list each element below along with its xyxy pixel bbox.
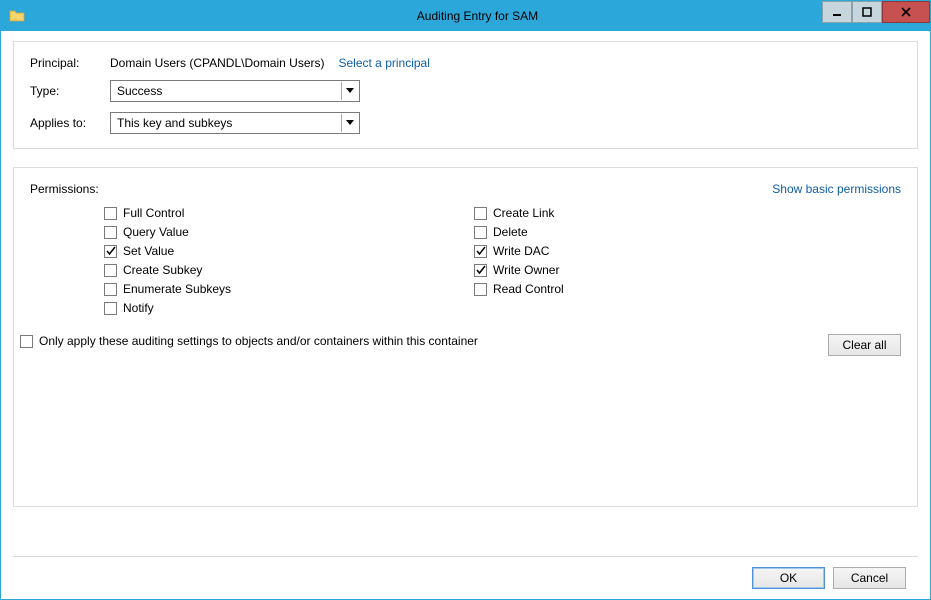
type-dropdown[interactable]: Success [110,80,360,102]
chevron-down-icon [341,82,357,100]
cancel-label: Cancel [851,571,888,585]
chevron-down-icon [341,114,357,132]
permission-label: Notify [123,301,154,315]
folder-icon [9,8,25,24]
window-controls [822,1,930,23]
type-label: Type: [30,84,110,98]
permission-row: Write Owner [474,263,770,277]
permission-row: Read Control [474,282,770,296]
permission-row: Full Control [104,206,400,220]
permission-row: Write DAC [474,244,770,258]
permission-label: Delete [493,225,528,239]
permission-label: Create Link [493,206,554,220]
permission-checkbox[interactable] [474,245,487,258]
permission-checkbox[interactable] [104,245,117,258]
permission-checkbox[interactable] [474,283,487,296]
only-apply-label: Only apply these auditing settings to ob… [39,334,478,348]
permission-row: Enumerate Subkeys [104,282,400,296]
permission-label: Enumerate Subkeys [123,282,231,296]
permission-row: Query Value [104,225,400,239]
permission-label: Write Owner [493,263,559,277]
principal-value: Domain Users (CPANDL\Domain Users) [110,56,325,70]
clear-all-button[interactable]: Clear all [828,334,901,356]
permissions-header: Permissions: [30,182,99,196]
ok-button[interactable]: OK [752,567,825,589]
titlebar[interactable]: Auditing Entry for SAM [1,1,930,31]
principal-panel: Principal: Domain Users (CPANDL\Domain U… [13,41,918,149]
permission-row: Notify [104,301,400,315]
type-dropdown-value: Success [117,84,162,98]
permission-row: Set Value [104,244,400,258]
permissions-columns: Full Control Query Value Set Value Create S… [30,206,901,320]
permission-label: Write DAC [493,244,549,258]
permission-checkbox[interactable] [104,302,117,315]
appliesto-dropdown[interactable]: This key and subkeys [110,112,360,134]
appliesto-dropdown-value: This key and subkeys [117,116,232,130]
cancel-button[interactable]: Cancel [833,567,906,589]
permission-label: Set Value [123,244,174,258]
ok-label: OK [780,571,797,585]
select-principal-link[interactable]: Select a principal [339,56,430,70]
window-title: Auditing Entry for SAM [25,9,930,23]
minimize-button[interactable] [822,1,852,23]
permission-checkbox[interactable] [104,226,117,239]
window-frame: Auditing Entry for SAM Principal: Domain… [0,0,931,600]
permission-checkbox[interactable] [474,226,487,239]
permission-row: Create Subkey [104,263,400,277]
principal-label: Principal: [30,56,110,70]
only-apply-checkbox[interactable] [20,335,33,348]
body-area: Principal: Domain Users (CPANDL\Domain U… [1,31,930,599]
permission-checkbox[interactable] [104,207,117,220]
permission-row: Create Link [474,206,770,220]
clear-all-label: Clear all [842,338,886,352]
permission-checkbox[interactable] [474,207,487,220]
permission-label: Full Control [123,206,184,220]
permission-label: Read Control [493,282,564,296]
permission-checkbox[interactable] [474,264,487,277]
close-button[interactable] [882,1,930,23]
permissions-panel: Permissions: Show basic permissions Full… [13,167,918,507]
permission-label: Create Subkey [123,263,202,277]
maximize-button[interactable] [852,1,882,23]
permission-label: Query Value [123,225,189,239]
appliesto-label: Applies to: [30,116,110,130]
footer: OK Cancel [13,556,918,599]
permission-checkbox[interactable] [104,264,117,277]
permission-checkbox[interactable] [104,283,117,296]
show-basic-permissions-link[interactable]: Show basic permissions [772,182,901,196]
permission-row: Delete [474,225,770,239]
